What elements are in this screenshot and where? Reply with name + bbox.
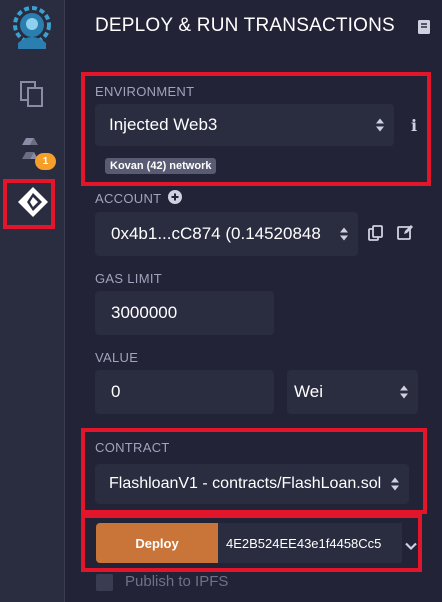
value-unit: Wei	[294, 382, 323, 401]
badge-count: 1	[42, 156, 49, 167]
file-explorer-icon[interactable]	[19, 80, 45, 108]
publish-checkbox[interactable]	[96, 574, 113, 591]
value-amount-input[interactable]: 0	[95, 370, 274, 414]
gas-limit-label: GAS LIMIT	[95, 271, 162, 286]
compiler-notification-badge: 1	[35, 153, 56, 170]
copy-icon[interactable]	[368, 225, 384, 241]
deploy-run-panel: DEPLOY & RUN TRANSACTIONS ENVIRONMENT In…	[65, 0, 442, 602]
select-caret-icon	[337, 225, 348, 243]
panel-title: DEPLOY & RUN TRANSACTIONS	[95, 15, 395, 36]
remix-logo-icon[interactable]	[10, 5, 54, 51]
docs-icon[interactable]	[417, 19, 431, 35]
gas-limit-input[interactable]: 3000000	[95, 291, 274, 335]
edit-icon[interactable]	[397, 224, 414, 241]
select-caret-icon	[400, 385, 408, 399]
highlight-contract	[81, 428, 427, 514]
account-value: 0x4b1...cC874 (0.14520848	[111, 224, 321, 243]
add-account-icon[interactable]	[168, 190, 182, 204]
gas-limit-value: 3000000	[111, 303, 178, 322]
value-amount: 0	[111, 382, 121, 401]
account-select[interactable]: 0x4b1...cC874 (0.14520848	[95, 212, 358, 256]
highlight-deploy-icon	[3, 179, 55, 229]
account-label: ACCOUNT	[95, 191, 162, 206]
highlight-deploy	[81, 514, 422, 572]
highlight-environment	[81, 72, 431, 186]
publish-label: Publish to IPFS	[125, 573, 229, 590]
value-unit-select[interactable]: Wei	[287, 370, 418, 414]
value-label: VALUE	[95, 350, 139, 365]
icon-sidebar: 1	[0, 0, 65, 602]
